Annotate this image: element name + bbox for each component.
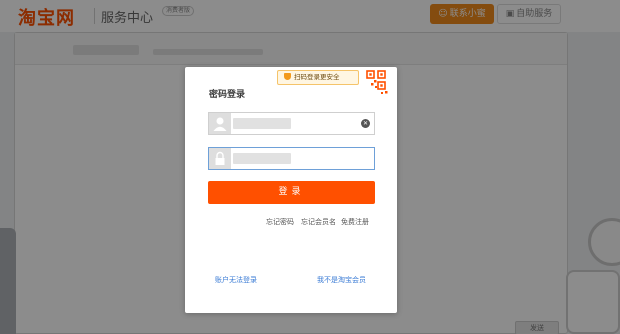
- password-login-title: 密码登录: [209, 90, 246, 100]
- password-field[interactable]: [208, 147, 375, 170]
- register-link[interactable]: 免费注册: [341, 217, 369, 227]
- forgot-username-link[interactable]: 忘记会员名: [301, 217, 336, 227]
- cannot-login-link[interactable]: 账户无法登录: [215, 275, 257, 285]
- shield-icon: [284, 73, 291, 80]
- qr-login-tip: 扫码登录更安全: [277, 70, 359, 85]
- username-field[interactable]: ✕: [208, 112, 375, 135]
- clear-input-icon[interactable]: ✕: [361, 119, 370, 128]
- lock-icon: [209, 148, 231, 169]
- password-value-redacted: [233, 153, 291, 164]
- qr-login-tip-text: 扫码登录更安全: [294, 73, 340, 81]
- login-modal: 扫码登录更安全 密码登录 ✕ 登录 忘记密码 忘记会员名 免费注册 账户无法登录…: [185, 67, 397, 313]
- user-icon: [209, 113, 231, 134]
- forgot-password-link[interactable]: 忘记密码: [266, 217, 294, 227]
- login-button[interactable]: 登录: [208, 181, 375, 204]
- not-member-link[interactable]: 我不是淘宝会员: [317, 275, 366, 285]
- qr-code-toggle-icon[interactable]: [361, 69, 389, 97]
- username-value-redacted: [233, 118, 291, 129]
